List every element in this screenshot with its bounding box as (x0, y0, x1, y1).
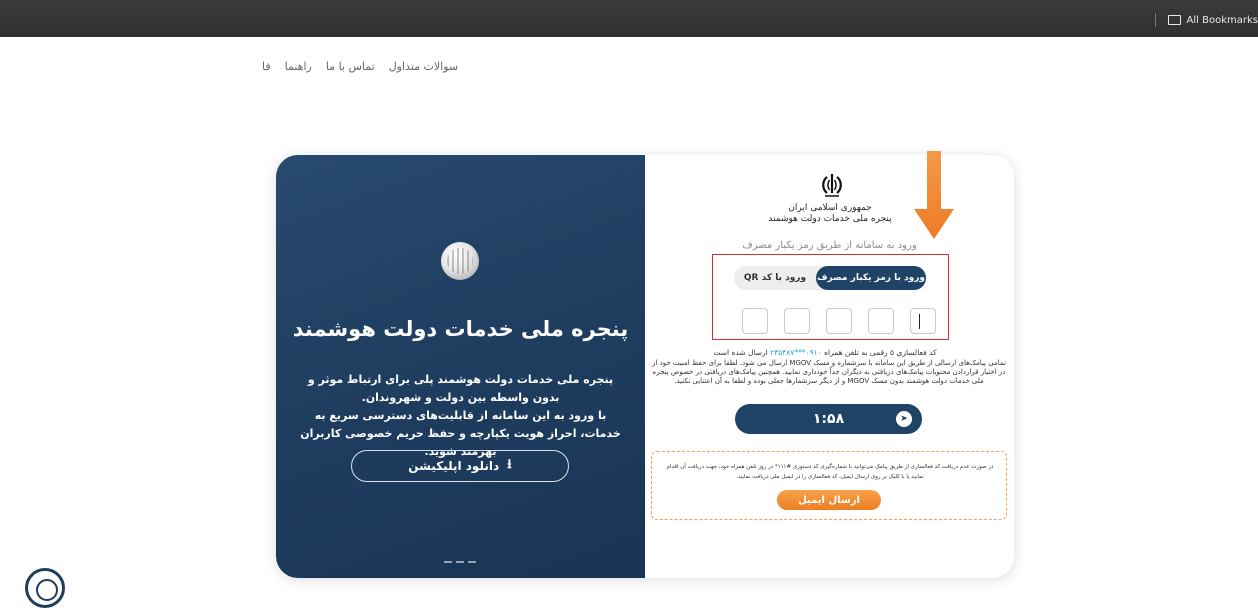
emblem-caption: جمهوری اسلامی ایران پنجره ملی خدمات دولت… (765, 203, 895, 225)
code-sent-prefix: کد فعالسازی ۵ رقمی به تلفن همراه (824, 348, 937, 357)
send-arrow-icon[interactable]: ➤ (896, 411, 912, 427)
panel-description: پنجره ملی خدمات دولت هوشمند پلی برای ارت… (300, 371, 621, 461)
slider-indicator[interactable] (444, 561, 476, 563)
panel-title: پنجره ملی خدمات دولت هوشمند (292, 317, 629, 341)
slider-dot[interactable] (444, 561, 452, 563)
all-bookmarks-label[interactable]: All Bookmarks (1187, 15, 1258, 26)
download-app-label: دانلود اپلیکیشن (408, 459, 500, 473)
nav-help[interactable]: راهنما (285, 60, 312, 73)
login-subtitle: ورود به سامانه از طریق رمز یکبار مصرف (742, 240, 917, 251)
bookmark-separator (1154, 13, 1156, 27)
folder-icon (1167, 15, 1181, 25)
otp-digit-input[interactable] (826, 308, 852, 334)
nav-contact[interactable]: تماس با ما (326, 60, 375, 73)
slider-dot[interactable] (468, 561, 476, 563)
otp-digit-input[interactable] (868, 308, 894, 334)
annotation-down-arrow-icon (914, 151, 954, 239)
top-nav: سوالات متداول تماس با ما راهنما فا (262, 60, 458, 73)
slider-dot[interactable] (456, 561, 464, 563)
code-sent-suffix: ارسال شده است (713, 348, 768, 357)
corner-logo-icon (25, 568, 65, 608)
download-app-button[interactable]: ⭳ دانلود اپلیکیشن (351, 450, 569, 482)
tab-qr-login[interactable]: ورود با کد QR (734, 266, 816, 290)
globe-logo-icon (441, 242, 479, 280)
masked-phone-number: ۰۹۱۰***۲۳۵۴۸۷ (770, 348, 822, 357)
otp-digit-input[interactable] (742, 308, 768, 334)
email-fallback-box: در صورت عدم دریافت کد فعالسازی از طریق پ… (651, 451, 1007, 520)
submit-timer-button[interactable]: ۱:۵۸ ➤ (735, 404, 922, 434)
email-fallback-notice: در صورت عدم دریافت کد فعالسازی از طریق پ… (666, 464, 994, 480)
login-panel: جمهوری اسلامی ایران پنجره ملی خدمات دولت… (645, 155, 1014, 578)
download-icon: ⭳ (507, 457, 512, 472)
login-card: پنجره ملی خدمات دولت هوشمند پنجره ملی خد… (276, 155, 1014, 578)
republic-name: جمهوری اسلامی ایران (788, 203, 872, 213)
nav-language[interactable]: فا (262, 60, 271, 73)
otp-input-group (742, 308, 936, 334)
sms-security-notice: تمامی پیامک‌های ارسالی از طریق این سامان… (652, 359, 1006, 385)
send-email-button[interactable]: ارسال ایمیل (777, 490, 881, 510)
bookmarks-bar[interactable]: All Bookmarks (1154, 12, 1258, 28)
iran-emblem-icon (822, 174, 842, 197)
tab-otp-login[interactable]: ورود با رمز یکبار مصرف (816, 266, 926, 290)
countdown-timer: ۱:۵۸ (812, 411, 845, 427)
description-line-1: پنجره ملی خدمات دولت هوشمند پلی برای ارت… (307, 373, 614, 404)
window-name: پنجره ملی خدمات دولت هوشمند (768, 214, 892, 224)
browser-topbar: All Bookmarks (0, 0, 1258, 37)
code-sent-info: کد فعالسازی ۵ رقمی به تلفن همراه ۰۹۱۰***… (645, 348, 1005, 357)
info-panel: پنجره ملی خدمات دولت هوشمند پنجره ملی خد… (276, 155, 645, 578)
login-method-toggle[interactable]: ورود با کد QR ورود با رمز یکبار مصرف (734, 266, 926, 290)
otp-digit-input-active[interactable] (910, 308, 936, 334)
otp-digit-input[interactable] (784, 308, 810, 334)
nav-faq[interactable]: سوالات متداول (389, 60, 458, 73)
